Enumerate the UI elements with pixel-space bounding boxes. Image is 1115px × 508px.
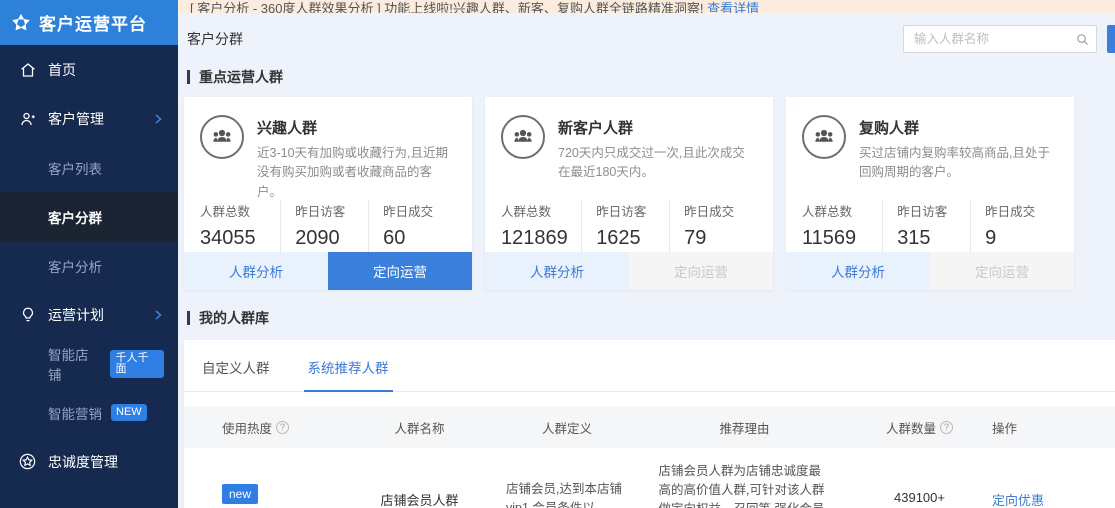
library-tabs: 自定义人群 系统推荐人群 (184, 340, 1115, 392)
card-repurchase-group: 复购人群 买过店铺内复购率较高商品,且处于回购周期的客户。 人群总数 11569… (786, 97, 1074, 290)
search-icon[interactable] (1075, 32, 1090, 47)
recommend-reason: 店铺会员人群为店铺忠诚度最高的高价值人群,可针对该人群做定向权益、召回等,强化会… (659, 462, 831, 508)
sidebar-item-label: 客户分群 (48, 207, 102, 227)
targeted-operation-button[interactable]: 定向运营 (328, 252, 472, 290)
stat-total: 人群总数 121869 (501, 201, 581, 252)
sidebar-item-label: 智能营销 (48, 403, 102, 423)
stat-visitors: 昨日访客 2090 (280, 201, 368, 252)
library-panel: 自定义人群 系统推荐人群 使用热度 ? 人群名称 人群定义 推荐理由 人群数量 … (184, 340, 1115, 508)
group-count: 439100+ (847, 490, 992, 505)
section-bar (187, 311, 190, 325)
card-new-customer-group: 新客户人群 720天内只成交过一次,且此次成交在最近180天内。 人群总数 12… (485, 97, 773, 290)
card-description: 买过店铺内复购率较高商品,且处于回购周期的客户。 (859, 144, 1058, 183)
col-group-definition: 人群定义 (492, 418, 642, 437)
group-icon (200, 115, 244, 159)
group-analysis-button[interactable]: 人群分析 (184, 252, 328, 290)
group-name: 店铺会员人群 (347, 490, 492, 508)
key-groups-cards: 兴趣人群 近3-10天有加购或收藏行为,且近期没有购买加购或者收藏商品的客户。 … (184, 97, 1115, 290)
card-description: 720天内只成交过一次,且此次成交在最近180天内。 (558, 144, 757, 183)
section-bar (187, 70, 190, 84)
sidebar-item-smart-shop[interactable]: 智能店铺 千人千面 (0, 339, 178, 388)
tab-system-recommended-groups[interactable]: 系统推荐人群 (304, 357, 393, 392)
targeted-operation-button[interactable]: 定向运营 (629, 252, 773, 290)
star-circle-icon (18, 452, 37, 471)
stat-total: 人群总数 34055 (200, 201, 280, 252)
announcement-detail-link[interactable]: 查看详情 (707, 1, 759, 13)
card-title: 新客户人群 (558, 117, 757, 138)
group-icon (501, 115, 545, 159)
announcement-banner: [ 客户分析 - 360度人群效果分析 ] 功能上线啦!兴趣人群、新客、复购人群… (178, 0, 1115, 13)
search-input[interactable] (914, 32, 1075, 46)
card-interest-group: 兴趣人群 近3-10天有加购或收藏行为,且近期没有购买加购或者收藏商品的客户。 … (184, 97, 472, 290)
sidebar-item-label: 客户分析 (48, 256, 102, 276)
sidebar-item-customer-analysis[interactable]: 客户分析 (0, 241, 178, 290)
card-title: 兴趣人群 (257, 117, 456, 138)
page-header: 客户分群 (178, 13, 1115, 57)
card-title: 复购人群 (859, 117, 1058, 138)
page-title: 客户分群 (187, 29, 243, 49)
sidebar-item-label: 客户管理 (48, 109, 104, 129)
group-icon (802, 115, 846, 159)
smart-shop-badge: 千人千面 (110, 350, 164, 378)
new-feature-badge: NEW (111, 404, 147, 421)
sidebar-item-label: 忠诚度管理 (48, 452, 118, 472)
users-icon (18, 109, 37, 128)
sidebar-item-label: 首页 (48, 60, 76, 80)
group-analysis-button[interactable]: 人群分析 (786, 252, 930, 290)
sidebar-item-operation-plan[interactable]: 运营计划 (0, 290, 178, 339)
stat-deals: 昨日成交 60 (368, 201, 456, 252)
bulb-icon (18, 305, 37, 324)
table-row: new 店铺会员人群 店铺会员,达到本店铺 vip1 会员条件以... 店铺会员… (184, 448, 1115, 508)
col-actions: 操作 (992, 418, 1115, 437)
col-group-name: 人群名称 (347, 418, 492, 437)
new-badge: new (222, 484, 258, 504)
sidebar-item-home[interactable]: 首页 (0, 45, 178, 94)
sidebar-item-loyalty-mgmt[interactable]: 忠诚度管理 (0, 437, 178, 486)
targeted-operation-button[interactable]: 定向运营 (930, 252, 1074, 290)
search-button-partial[interactable] (1107, 25, 1115, 53)
targeted-coupon-link[interactable]: 定向优惠 (992, 490, 1044, 508)
sidebar-item-smart-marketing[interactable]: 智能营销 NEW (0, 388, 178, 437)
sidebar-item-customer-list[interactable]: 客户列表 (0, 143, 178, 192)
help-icon[interactable]: ? (940, 421, 953, 434)
segment-search-box[interactable] (903, 25, 1097, 53)
app-title: 客户运营平台 (39, 10, 147, 35)
sidebar-item-customer-segment[interactable]: 客户分群 (0, 192, 178, 241)
sidebar-item-label: 客户列表 (48, 158, 102, 178)
col-recommend-reason: 推荐理由 (642, 418, 847, 437)
group-definition: 店铺会员,达到本店铺 vip1 会员条件以... (506, 480, 628, 508)
stat-deals: 昨日成交 9 (970, 201, 1058, 252)
sidebar-menu: 首页 客户管理 客户列表 客户分群 客户分析 运营计划 (0, 45, 178, 486)
sidebar-item-customer-mgmt[interactable]: 客户管理 (0, 94, 178, 143)
announcement-text: [ 客户分析 - 360度人群效果分析 ] 功能上线啦!兴趣人群、新客、复购人群… (190, 1, 704, 13)
col-group-count: 人群数量 ? (847, 418, 992, 437)
section-my-library-title: 我的人群库 (187, 308, 1115, 328)
main-area: [ 客户分析 - 360度人群效果分析 ] 功能上线啦!兴趣人群、新客、复购人群… (178, 0, 1115, 508)
help-icon[interactable]: ? (276, 421, 289, 434)
home-icon (18, 60, 37, 79)
table-header: 使用热度 ? 人群名称 人群定义 推荐理由 人群数量 ? 操作 (184, 406, 1115, 448)
stat-visitors: 昨日访客 1625 (581, 201, 669, 252)
app-logo[interactable]: 客户运营平台 (0, 0, 178, 45)
sidebar: 客户运营平台 首页 客户管理 客户列表 客户分群 客户分析 (0, 0, 178, 508)
stat-total: 人群总数 11569 (802, 201, 882, 252)
sidebar-item-label: 运营计划 (48, 305, 104, 325)
pinwheel-icon (10, 12, 32, 34)
sidebar-item-label: 智能店铺 (48, 344, 101, 384)
chevron-right-icon (152, 113, 164, 125)
col-usage-heat: 使用热度 ? (222, 418, 347, 437)
group-analysis-button[interactable]: 人群分析 (485, 252, 629, 290)
tab-custom-groups[interactable]: 自定义人群 (198, 357, 274, 391)
section-key-groups-title: 重点运营人群 (187, 67, 1115, 87)
stat-deals: 昨日成交 79 (669, 201, 757, 252)
stat-visitors: 昨日访客 315 (882, 201, 970, 252)
chevron-right-icon (152, 309, 164, 321)
